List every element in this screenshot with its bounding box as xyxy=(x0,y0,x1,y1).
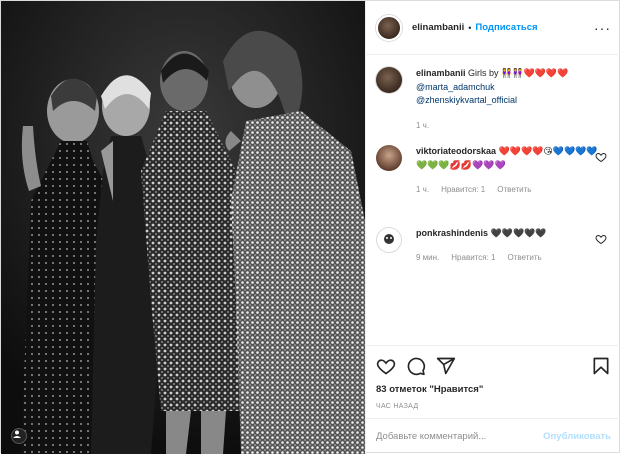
comment-username[interactable]: viktoriateodorskaa xyxy=(416,146,496,156)
comment-time: 1 ч. xyxy=(416,185,430,194)
caption-mention-1[interactable]: @marta_adamchuk xyxy=(416,82,495,92)
caption-text: Girls by xyxy=(468,68,499,78)
add-comment-bar: Опубликовать xyxy=(366,418,620,454)
comment-time: 9 мин. xyxy=(416,253,440,262)
save-icon[interactable] xyxy=(591,356,611,376)
header-separator: • xyxy=(468,22,472,33)
caption-avatar[interactable] xyxy=(376,67,402,93)
instagram-post: elinambanii • Подписаться ··· elinambani… xyxy=(0,0,620,454)
comments-list: elinambanii Girls by 👭👭❤️❤️❤️❤️ @marta_a… xyxy=(366,55,620,345)
caption-body: elinambanii Girls by 👭👭❤️❤️❤️❤️ @marta_a… xyxy=(416,67,600,145)
comment-like-icon[interactable] xyxy=(595,233,607,245)
caption: elinambanii Girls by 👭👭❤️❤️❤️❤️ @marta_a… xyxy=(376,67,611,145)
post-header: elinambanii • Подписаться ··· xyxy=(366,1,620,55)
comment-likes[interactable]: Нравится: 1 xyxy=(451,251,495,264)
caption-username[interactable]: elinambanii xyxy=(416,68,466,78)
comment-meta: 1 ч. Нравится: 1 Ответить xyxy=(416,183,600,196)
comment-meta: 9 мин. Нравится: 1 Ответить xyxy=(416,251,600,264)
comment-icon[interactable] xyxy=(406,356,426,376)
reply-button[interactable]: Ответить xyxy=(507,251,541,264)
share-icon[interactable] xyxy=(436,356,456,376)
publish-button[interactable]: Опубликовать xyxy=(543,431,611,442)
comment-likes[interactable]: Нравится: 1 xyxy=(441,183,485,196)
comment-avatar[interactable] xyxy=(376,145,402,171)
comment-body: ponkrashindenis 🖤🖤🖤🖤🖤 9 мин. Нравится: 1… xyxy=(416,227,600,277)
comment-like-icon[interactable] xyxy=(595,151,607,163)
likes-count[interactable]: 83 отметок "Нравится" xyxy=(376,384,611,395)
post-photo[interactable] xyxy=(1,1,365,454)
post-actions: 83 отметок "Нравится" ЧАС НАЗАД xyxy=(366,345,620,416)
comment-body: viktoriateodorskaa ❤️❤️❤️❤️😘💙💙💙💙💚💚💚💋💋💜💜💜… xyxy=(416,145,600,227)
avatar-icon xyxy=(384,234,394,244)
comment-avatar[interactable] xyxy=(376,227,402,253)
comment-text: 🖤🖤🖤🖤🖤 xyxy=(490,229,547,239)
like-icon[interactable] xyxy=(376,356,396,376)
caption-meta: 1 ч. xyxy=(416,119,600,132)
tag-user-icon[interactable] xyxy=(11,428,27,444)
comment-item: viktoriateodorskaa ❤️❤️❤️❤️😘💙💙💙💙💚💚💚💋💋💜💜💜… xyxy=(376,145,611,227)
caption-time: 1 ч. xyxy=(416,121,430,130)
reply-button[interactable]: Ответить xyxy=(497,183,531,196)
post-timestamp: ЧАС НАЗАД xyxy=(376,403,419,410)
action-icons xyxy=(376,352,611,380)
header-username[interactable]: elinambanii xyxy=(412,22,464,33)
caption-mention-2[interactable]: @zhenskiykvartal_official xyxy=(416,95,517,105)
post-photo-image xyxy=(1,1,365,454)
caption-emoji: 👭👭❤️❤️❤️❤️ xyxy=(501,69,569,79)
avatar[interactable] xyxy=(376,14,402,41)
comment-input[interactable] xyxy=(376,431,544,442)
more-icon[interactable]: ··· xyxy=(594,20,611,36)
post-sidebar: elinambanii • Подписаться ··· elinambani… xyxy=(365,1,620,454)
comment-item: ponkrashindenis 🖤🖤🖤🖤🖤 9 мин. Нравится: 1… xyxy=(376,227,611,277)
follow-button[interactable]: Подписаться xyxy=(475,22,537,33)
comment-username[interactable]: ponkrashindenis xyxy=(416,228,488,238)
